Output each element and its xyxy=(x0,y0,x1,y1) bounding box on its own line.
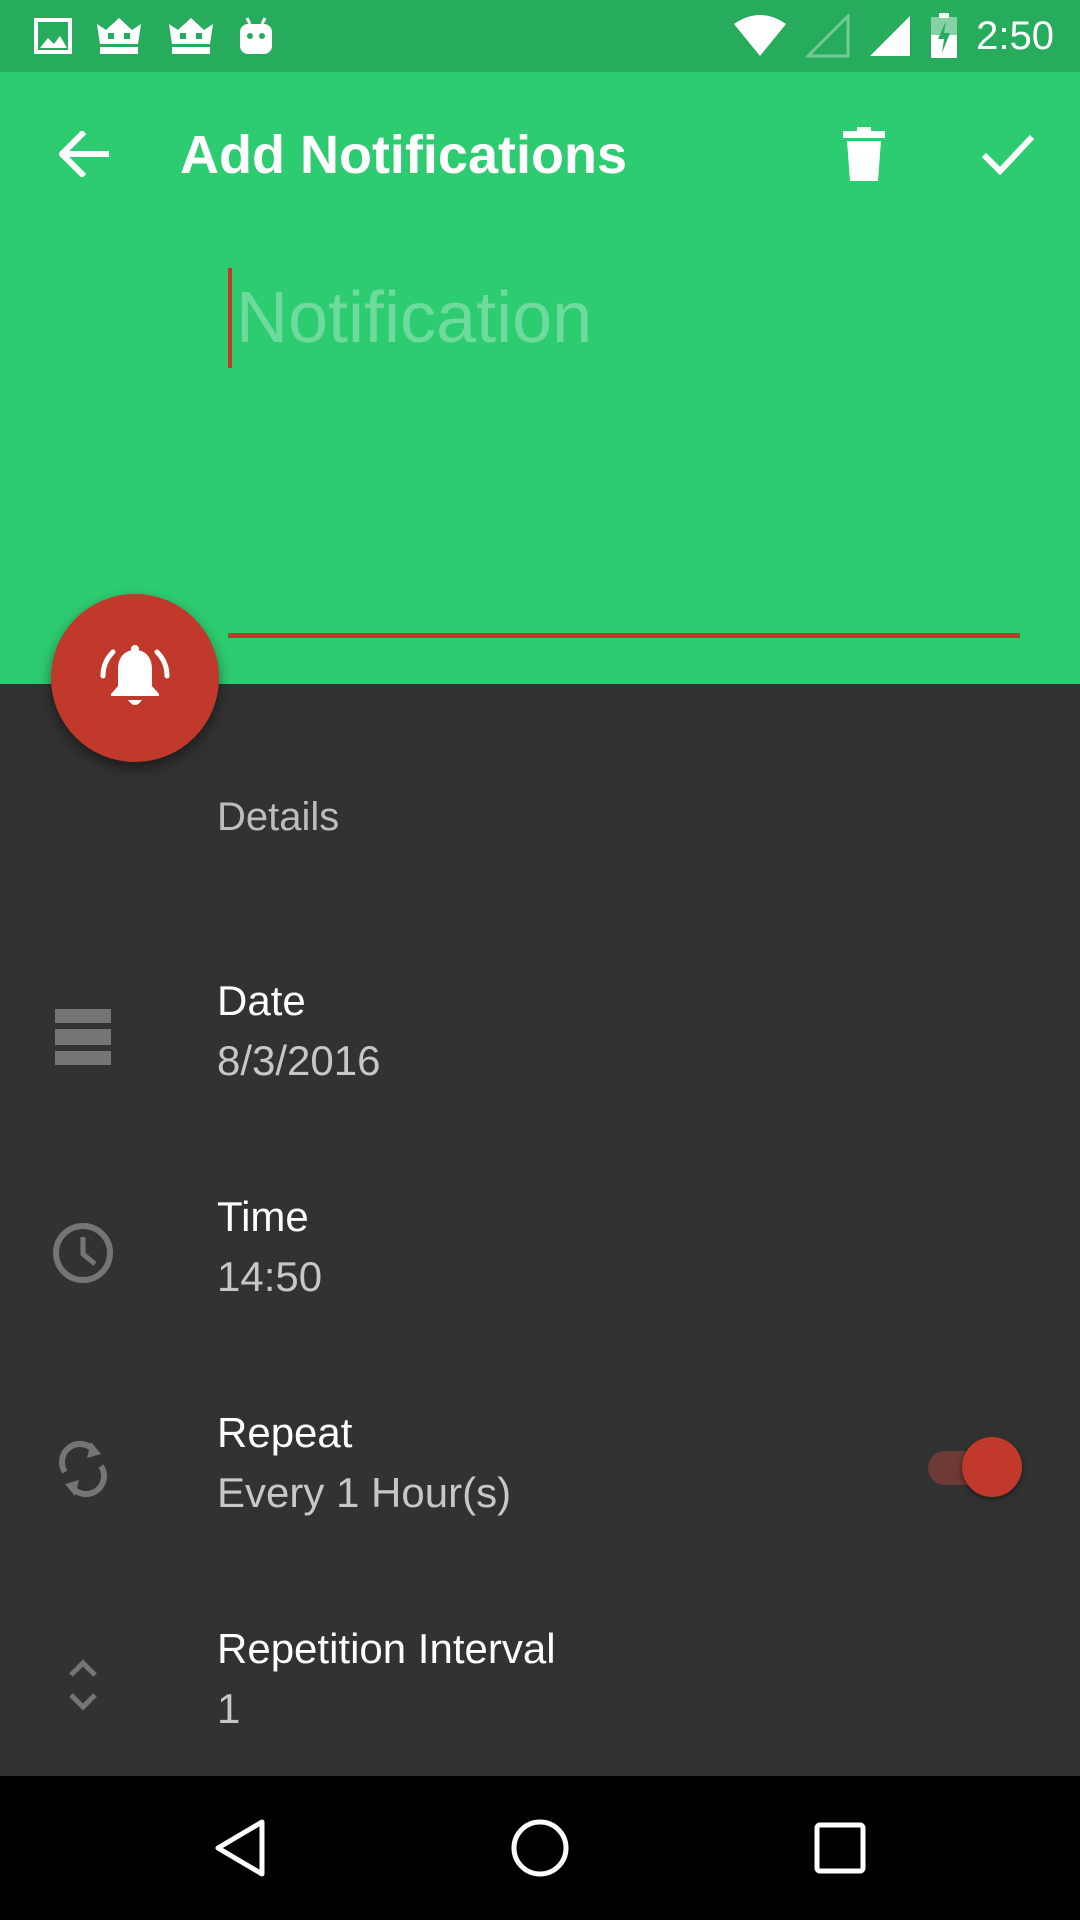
clock-icon xyxy=(50,1220,116,1286)
notification-input[interactable] xyxy=(230,268,1016,368)
screen: 2:50 Add Notifications Notification Deta… xyxy=(0,0,1080,1920)
calendar-view-icon xyxy=(50,1004,116,1070)
header: Add Notifications xyxy=(0,72,1080,684)
repeat-label: Repeat xyxy=(217,1409,353,1456)
clock-text: 2:50 xyxy=(976,14,1054,58)
android-icon xyxy=(240,17,272,54)
details-list: Details Date 8/3/2016 Time 14:50 Repeat … xyxy=(0,684,1080,1776)
battery-charging-icon xyxy=(931,13,958,58)
time-label: Time xyxy=(217,1193,309,1240)
wifi-icon xyxy=(734,15,787,56)
interval-row[interactable]: Repetition Interval 1 xyxy=(0,1622,1080,1802)
back-button[interactable] xyxy=(52,122,116,186)
date-label: Date xyxy=(217,977,306,1024)
status-bar: 2:50 xyxy=(0,0,1080,72)
navigation-bar xyxy=(0,1776,1080,1920)
arrow-back-icon xyxy=(59,131,109,177)
image-icon xyxy=(34,18,72,54)
crown-icon xyxy=(97,18,141,54)
time-value: 14:50 xyxy=(217,1253,323,1300)
nav-home-button[interactable] xyxy=(500,1808,580,1888)
date-value: 8/3/2016 xyxy=(217,1037,381,1084)
check-icon xyxy=(981,134,1035,175)
nav-back-icon xyxy=(215,1819,265,1877)
notification-input-container xyxy=(228,268,1018,378)
bell-ringing-icon xyxy=(100,645,170,705)
page-title: Add Notifications xyxy=(180,125,627,185)
confirm-button[interactable] xyxy=(976,122,1040,186)
input-underline xyxy=(228,633,1020,638)
details-header: Details xyxy=(217,795,340,839)
date-row[interactable]: Date 8/3/2016 xyxy=(0,974,1080,1154)
nav-home-icon xyxy=(511,1819,569,1877)
delete-button[interactable] xyxy=(832,122,896,186)
repeat-toggle[interactable] xyxy=(924,1437,1024,1497)
delete-icon xyxy=(843,127,885,181)
nav-recents-icon xyxy=(814,1822,866,1874)
repeat-icon xyxy=(50,1436,116,1502)
time-row[interactable]: Time 14:50 xyxy=(0,1190,1080,1370)
signal-full-icon xyxy=(870,16,911,56)
interval-label: Repetition Interval xyxy=(217,1625,556,1672)
crown-icon xyxy=(169,18,213,54)
signal-empty-icon xyxy=(806,14,850,58)
repeat-value: Every 1 Hour(s) xyxy=(217,1469,512,1516)
status-system-icons: 2:50 xyxy=(732,10,1054,62)
interval-value: 1 xyxy=(217,1685,241,1732)
unfold-icon xyxy=(50,1652,116,1718)
nav-recents-button[interactable] xyxy=(800,1808,880,1888)
alarm-fab-button[interactable] xyxy=(51,594,219,762)
status-notification-icons xyxy=(34,14,274,58)
nav-back-button[interactable] xyxy=(200,1808,280,1888)
toggle-thumb xyxy=(962,1437,1022,1497)
repeat-row[interactable]: Repeat Every 1 Hour(s) xyxy=(0,1406,1080,1586)
